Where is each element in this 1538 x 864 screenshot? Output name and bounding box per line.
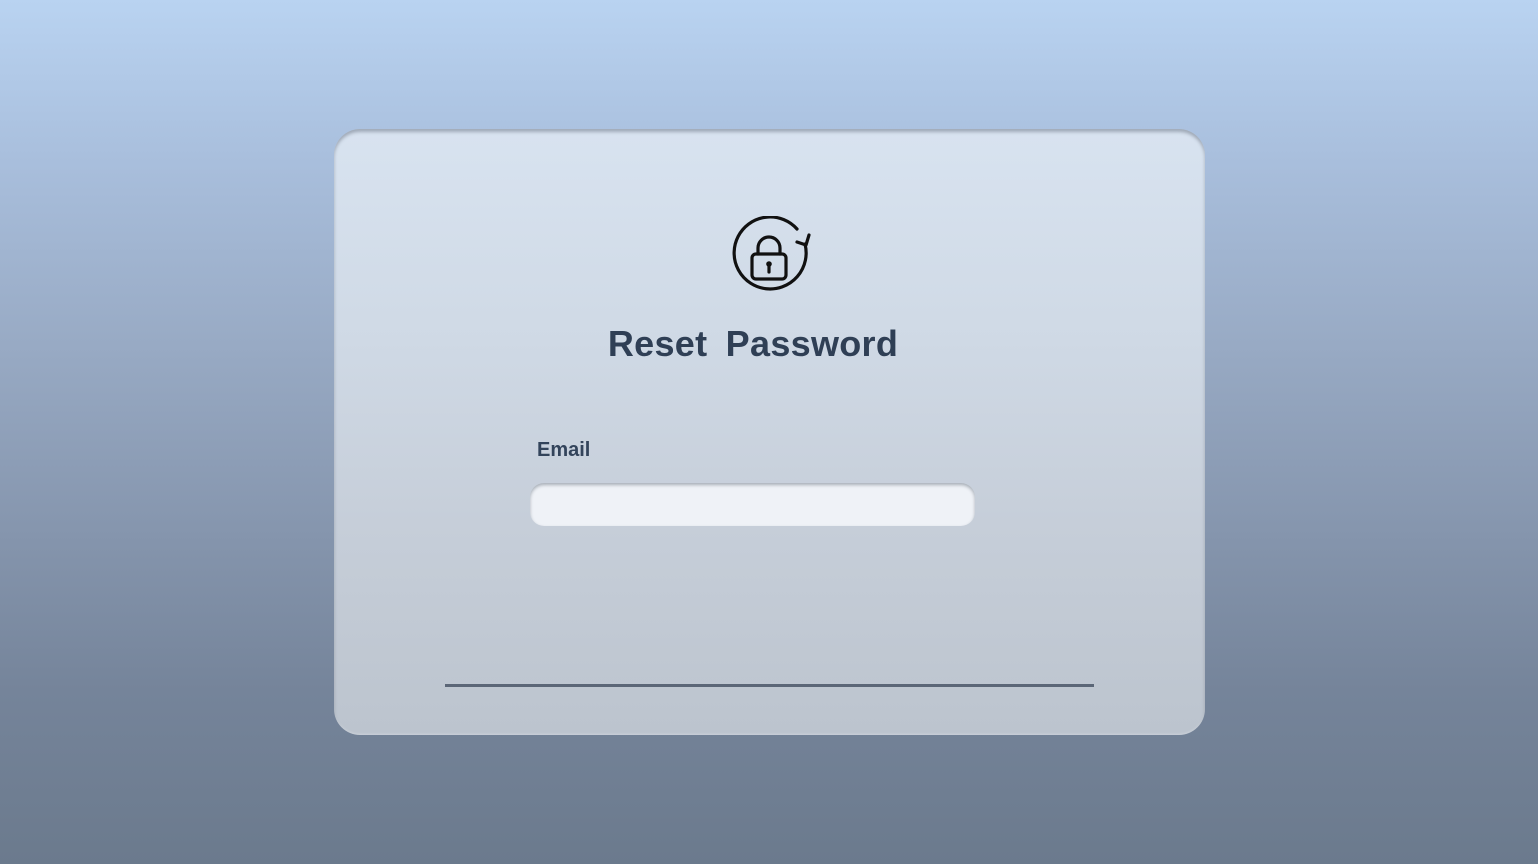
email-field[interactable] (530, 483, 975, 526)
lock-refresh-icon (731, 216, 813, 298)
reset-password-card: Reset Password Email (334, 129, 1205, 735)
page-title: Reset Password (607, 323, 899, 364)
email-label: Email (537, 439, 591, 461)
divider (445, 684, 1094, 687)
